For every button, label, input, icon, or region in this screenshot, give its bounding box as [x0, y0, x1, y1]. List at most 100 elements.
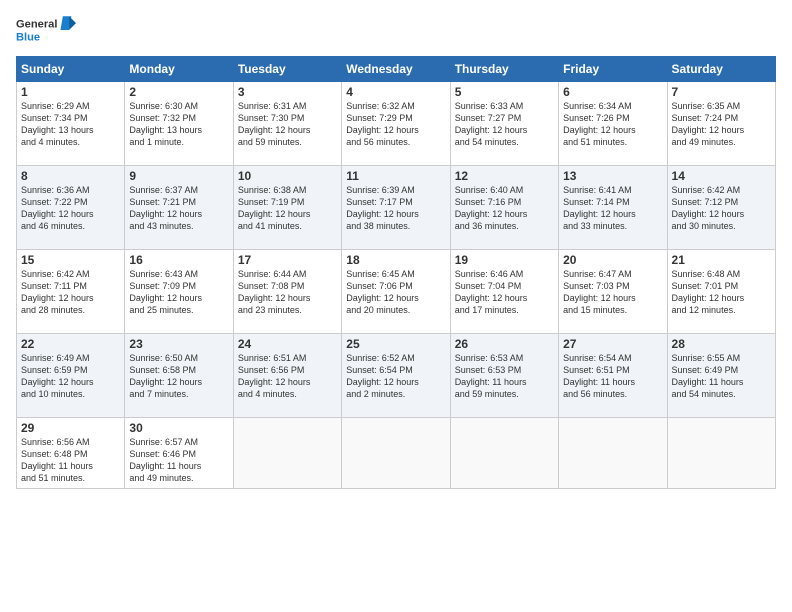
day-header-saturday: Saturday: [667, 57, 775, 82]
day-number: 23: [129, 337, 228, 351]
cell-content: Sunrise: 6:45 AMSunset: 7:06 PMDaylight:…: [346, 268, 445, 317]
calendar-cell: [667, 418, 775, 489]
calendar-cell: [233, 418, 341, 489]
calendar-cell: 20Sunrise: 6:47 AMSunset: 7:03 PMDayligh…: [559, 250, 667, 334]
day-header-wednesday: Wednesday: [342, 57, 450, 82]
day-number: 21: [672, 253, 771, 267]
calendar-week-row: 15Sunrise: 6:42 AMSunset: 7:11 PMDayligh…: [17, 250, 776, 334]
calendar-cell: 4Sunrise: 6:32 AMSunset: 7:29 PMDaylight…: [342, 82, 450, 166]
cell-content: Sunrise: 6:40 AMSunset: 7:16 PMDaylight:…: [455, 184, 554, 233]
calendar-header-row: SundayMondayTuesdayWednesdayThursdayFrid…: [17, 57, 776, 82]
page-header: General Blue: [16, 12, 776, 48]
cell-content: Sunrise: 6:55 AMSunset: 6:49 PMDaylight:…: [672, 352, 771, 401]
calendar-cell: 29Sunrise: 6:56 AMSunset: 6:48 PMDayligh…: [17, 418, 125, 489]
day-number: 13: [563, 169, 662, 183]
calendar-cell: 16Sunrise: 6:43 AMSunset: 7:09 PMDayligh…: [125, 250, 233, 334]
cell-content: Sunrise: 6:51 AMSunset: 6:56 PMDaylight:…: [238, 352, 337, 401]
calendar-cell: 25Sunrise: 6:52 AMSunset: 6:54 PMDayligh…: [342, 334, 450, 418]
calendar-cell: 24Sunrise: 6:51 AMSunset: 6:56 PMDayligh…: [233, 334, 341, 418]
day-number: 9: [129, 169, 228, 183]
calendar-cell: 17Sunrise: 6:44 AMSunset: 7:08 PMDayligh…: [233, 250, 341, 334]
calendar-week-row: 8Sunrise: 6:36 AMSunset: 7:22 PMDaylight…: [17, 166, 776, 250]
cell-content: Sunrise: 6:34 AMSunset: 7:26 PMDaylight:…: [563, 100, 662, 149]
calendar-cell: 6Sunrise: 6:34 AMSunset: 7:26 PMDaylight…: [559, 82, 667, 166]
day-number: 1: [21, 85, 120, 99]
cell-content: Sunrise: 6:36 AMSunset: 7:22 PMDaylight:…: [21, 184, 120, 233]
day-header-tuesday: Tuesday: [233, 57, 341, 82]
cell-content: Sunrise: 6:31 AMSunset: 7:30 PMDaylight:…: [238, 100, 337, 149]
day-number: 22: [21, 337, 120, 351]
day-number: 8: [21, 169, 120, 183]
calendar-cell: 23Sunrise: 6:50 AMSunset: 6:58 PMDayligh…: [125, 334, 233, 418]
cell-content: Sunrise: 6:32 AMSunset: 7:29 PMDaylight:…: [346, 100, 445, 149]
cell-content: Sunrise: 6:29 AMSunset: 7:34 PMDaylight:…: [21, 100, 120, 149]
calendar-cell: 27Sunrise: 6:54 AMSunset: 6:51 PMDayligh…: [559, 334, 667, 418]
calendar-cell: 12Sunrise: 6:40 AMSunset: 7:16 PMDayligh…: [450, 166, 558, 250]
calendar-cell: 3Sunrise: 6:31 AMSunset: 7:30 PMDaylight…: [233, 82, 341, 166]
calendar-cell: 11Sunrise: 6:39 AMSunset: 7:17 PMDayligh…: [342, 166, 450, 250]
day-header-friday: Friday: [559, 57, 667, 82]
calendar-cell: 26Sunrise: 6:53 AMSunset: 6:53 PMDayligh…: [450, 334, 558, 418]
day-header-thursday: Thursday: [450, 57, 558, 82]
calendar-week-row: 29Sunrise: 6:56 AMSunset: 6:48 PMDayligh…: [17, 418, 776, 489]
cell-content: Sunrise: 6:43 AMSunset: 7:09 PMDaylight:…: [129, 268, 228, 317]
day-number: 30: [129, 421, 228, 435]
calendar-cell: [559, 418, 667, 489]
calendar-week-row: 1Sunrise: 6:29 AMSunset: 7:34 PMDaylight…: [17, 82, 776, 166]
calendar-cell: 10Sunrise: 6:38 AMSunset: 7:19 PMDayligh…: [233, 166, 341, 250]
calendar-cell: 18Sunrise: 6:45 AMSunset: 7:06 PMDayligh…: [342, 250, 450, 334]
svg-text:General: General: [16, 18, 57, 30]
day-number: 10: [238, 169, 337, 183]
calendar-cell: 19Sunrise: 6:46 AMSunset: 7:04 PMDayligh…: [450, 250, 558, 334]
day-number: 20: [563, 253, 662, 267]
day-header-sunday: Sunday: [17, 57, 125, 82]
calendar-cell: [450, 418, 558, 489]
cell-content: Sunrise: 6:41 AMSunset: 7:14 PMDaylight:…: [563, 184, 662, 233]
day-header-monday: Monday: [125, 57, 233, 82]
calendar-cell: 13Sunrise: 6:41 AMSunset: 7:14 PMDayligh…: [559, 166, 667, 250]
cell-content: Sunrise: 6:46 AMSunset: 7:04 PMDaylight:…: [455, 268, 554, 317]
calendar-cell: 15Sunrise: 6:42 AMSunset: 7:11 PMDayligh…: [17, 250, 125, 334]
day-number: 18: [346, 253, 445, 267]
day-number: 25: [346, 337, 445, 351]
cell-content: Sunrise: 6:52 AMSunset: 6:54 PMDaylight:…: [346, 352, 445, 401]
calendar-cell: 8Sunrise: 6:36 AMSunset: 7:22 PMDaylight…: [17, 166, 125, 250]
day-number: 11: [346, 169, 445, 183]
day-number: 19: [455, 253, 554, 267]
day-number: 5: [455, 85, 554, 99]
cell-content: Sunrise: 6:47 AMSunset: 7:03 PMDaylight:…: [563, 268, 662, 317]
calendar-week-row: 22Sunrise: 6:49 AMSunset: 6:59 PMDayligh…: [17, 334, 776, 418]
cell-content: Sunrise: 6:38 AMSunset: 7:19 PMDaylight:…: [238, 184, 337, 233]
day-number: 17: [238, 253, 337, 267]
calendar-cell: 2Sunrise: 6:30 AMSunset: 7:32 PMDaylight…: [125, 82, 233, 166]
day-number: 7: [672, 85, 771, 99]
cell-content: Sunrise: 6:44 AMSunset: 7:08 PMDaylight:…: [238, 268, 337, 317]
cell-content: Sunrise: 6:33 AMSunset: 7:27 PMDaylight:…: [455, 100, 554, 149]
day-number: 16: [129, 253, 228, 267]
day-number: 28: [672, 337, 771, 351]
day-number: 4: [346, 85, 445, 99]
day-number: 12: [455, 169, 554, 183]
cell-content: Sunrise: 6:54 AMSunset: 6:51 PMDaylight:…: [563, 352, 662, 401]
day-number: 2: [129, 85, 228, 99]
cell-content: Sunrise: 6:56 AMSunset: 6:48 PMDaylight:…: [21, 436, 120, 485]
logo: General Blue: [16, 12, 76, 48]
calendar-cell: 1Sunrise: 6:29 AMSunset: 7:34 PMDaylight…: [17, 82, 125, 166]
calendar-table: SundayMondayTuesdayWednesdayThursdayFrid…: [16, 56, 776, 489]
day-number: 15: [21, 253, 120, 267]
cell-content: Sunrise: 6:37 AMSunset: 7:21 PMDaylight:…: [129, 184, 228, 233]
calendar-cell: [342, 418, 450, 489]
calendar-cell: 5Sunrise: 6:33 AMSunset: 7:27 PMDaylight…: [450, 82, 558, 166]
cell-content: Sunrise: 6:50 AMSunset: 6:58 PMDaylight:…: [129, 352, 228, 401]
day-number: 26: [455, 337, 554, 351]
day-number: 27: [563, 337, 662, 351]
day-number: 3: [238, 85, 337, 99]
cell-content: Sunrise: 6:35 AMSunset: 7:24 PMDaylight:…: [672, 100, 771, 149]
cell-content: Sunrise: 6:49 AMSunset: 6:59 PMDaylight:…: [21, 352, 120, 401]
logo-svg: General Blue: [16, 12, 76, 48]
day-number: 14: [672, 169, 771, 183]
calendar-cell: 21Sunrise: 6:48 AMSunset: 7:01 PMDayligh…: [667, 250, 775, 334]
svg-text:Blue: Blue: [16, 31, 40, 43]
calendar-cell: 28Sunrise: 6:55 AMSunset: 6:49 PMDayligh…: [667, 334, 775, 418]
calendar-cell: 9Sunrise: 6:37 AMSunset: 7:21 PMDaylight…: [125, 166, 233, 250]
